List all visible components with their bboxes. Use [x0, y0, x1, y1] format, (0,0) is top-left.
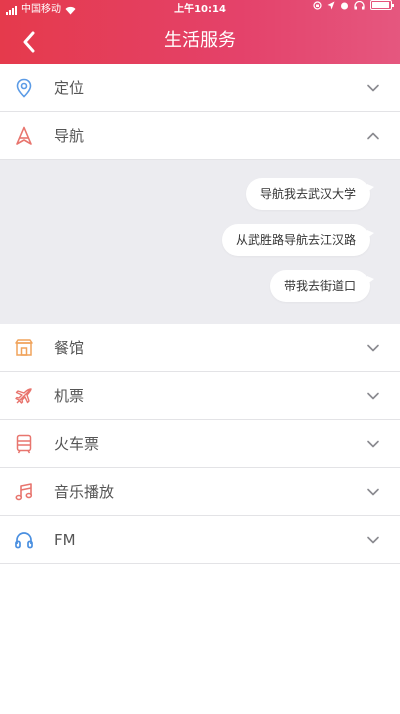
example-bubble[interactable]: 从武胜路导航去江汉路	[221, 224, 375, 256]
section-label: 导航	[54, 127, 85, 145]
section-row-train[interactable]: 火车票	[0, 420, 400, 468]
example-bubble-row: 带我去街道口	[0, 270, 400, 302]
chevron-down-icon	[367, 84, 379, 92]
section-label: 机票	[54, 387, 85, 405]
section-label: 火车票	[54, 435, 100, 453]
example-bubble[interactable]: 带我去街道口	[269, 270, 375, 302]
section-label: 定位	[54, 79, 85, 97]
headphones-icon	[13, 529, 35, 551]
chevron-up-icon	[367, 132, 379, 140]
chevron-down-icon	[367, 392, 379, 400]
chevron-down-icon	[367, 344, 379, 352]
example-bubble-row: 从武胜路导航去江汉路	[0, 224, 400, 256]
status-bar-right	[313, 0, 394, 10]
chevron-down-icon	[367, 536, 379, 544]
headphones-status-icon	[354, 0, 365, 9]
page-title: 生活服务	[164, 30, 236, 51]
battery-icon	[370, 0, 394, 10]
train-icon	[13, 433, 35, 455]
section-label: 音乐播放	[54, 483, 115, 501]
example-bubble[interactable]: 导航我去武汉大学	[245, 178, 375, 210]
section-row-restaurant[interactable]: 餐馆	[0, 324, 400, 372]
airplane-icon	[13, 385, 35, 407]
restaurant-icon	[13, 337, 35, 359]
location-pin-icon	[13, 77, 35, 99]
section-row-location[interactable]: 定位	[0, 64, 400, 112]
music-note-icon	[13, 481, 35, 503]
navigation-bar: 生活服务	[0, 20, 400, 64]
service-list: 定位 导航 导航我去武汉大学 从武胜路导航去江汉路 带我去街道口 餐馆 机票 火…	[0, 64, 400, 564]
chevron-down-icon	[367, 488, 379, 496]
section-row-fm[interactable]: FM	[0, 516, 400, 564]
header: 中国移动 上午10:14 生活服务	[0, 0, 400, 64]
alarm-icon	[341, 2, 348, 9]
lock-rotation-icon	[313, 0, 322, 10]
status-bar: 中国移动 上午10:14	[0, 0, 400, 20]
section-row-flight[interactable]: 机票	[0, 372, 400, 420]
example-bubble-row: 导航我去武汉大学	[0, 178, 400, 210]
section-row-navigation[interactable]: 导航	[0, 112, 400, 160]
navigation-examples-panel: 导航我去武汉大学 从武胜路导航去江汉路 带我去街道口	[0, 160, 400, 324]
location-arrow-icon	[327, 1, 335, 9]
section-label: 餐馆	[54, 339, 85, 357]
section-row-music[interactable]: 音乐播放	[0, 468, 400, 516]
navigation-arrow-icon	[13, 125, 35, 147]
chevron-down-icon	[367, 440, 379, 448]
section-label: FM	[54, 530, 76, 549]
